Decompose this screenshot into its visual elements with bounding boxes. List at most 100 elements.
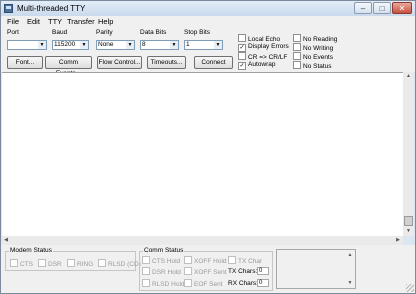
rx-chars-field: 0 (257, 279, 269, 287)
status-list[interactable]: ▲ ▼ (276, 249, 356, 289)
cts-hold-label: CTS Hold (152, 258, 181, 265)
dsr-label: DSR (48, 261, 62, 268)
rlsd-hold-checkbox: RLSD Hold (142, 279, 185, 289)
scroll-right-icon[interactable]: ▶ (394, 236, 402, 245)
checkbox-box (98, 259, 106, 267)
checkbox-box (142, 279, 150, 287)
baud-label: Baud (52, 29, 68, 36)
checkmark-icon[interactable]: ✓ (238, 44, 246, 52)
autowrap-label: Autowrap (248, 61, 276, 68)
tx-char-checkbox: TX Char (228, 256, 262, 266)
rlsd-label: RLSD (CD) (108, 261, 141, 268)
checkbox-box[interactable] (293, 61, 301, 69)
checkbox-box[interactable] (293, 43, 301, 51)
checkbox-box (142, 267, 150, 275)
status-area: Modem Status CTS DSR RING RLSD (CD) Comm… (1, 245, 415, 293)
baud-value: 115200 (54, 41, 76, 48)
menu-file[interactable]: File (7, 17, 19, 26)
ring-label: RING (77, 261, 94, 268)
scroll-up-icon[interactable]: ▲ (403, 72, 414, 80)
parity-value: None (98, 41, 114, 48)
menu-bar: File Edit TTY Transfer Help (1, 16, 415, 27)
vertical-scrollbar[interactable]: ▲ ▼ (403, 72, 414, 236)
checkbox-box (184, 256, 192, 264)
checkbox-box (142, 256, 150, 264)
menu-edit[interactable]: Edit (27, 17, 40, 26)
stop-bits-select[interactable]: 1 ▼ (184, 40, 223, 50)
timeouts-button[interactable]: Timeouts... (147, 56, 186, 69)
font-button[interactable]: Font... (7, 56, 43, 69)
checkbox-box (38, 259, 46, 267)
connect-button[interactable]: Connect (194, 56, 233, 69)
window-title: Multi-threaded TTY (17, 4, 86, 13)
chevron-down-icon[interactable]: ▼ (80, 41, 88, 49)
scroll-up-icon[interactable]: ▲ (345, 251, 355, 259)
no-events-label: No Events (303, 54, 333, 61)
title-bar[interactable]: Multi-threaded TTY – □ ✕ (1, 1, 415, 16)
close-button[interactable]: ✕ (392, 2, 412, 14)
checkbox-box[interactable] (238, 34, 246, 42)
parity-label: Parity (96, 29, 113, 36)
rx-chars-label: RX Chars: (228, 280, 258, 287)
chevron-down-icon[interactable]: ▼ (214, 41, 222, 49)
checkbox-box[interactable] (293, 34, 301, 42)
comm-status-group: Comm Status CTS Hold DSR Hold RLSD Hold … (139, 247, 273, 291)
port-select[interactable]: ▼ (7, 40, 47, 50)
local-echo-label: Local Echo (248, 36, 281, 43)
flow-control-button[interactable]: Flow Control... (97, 56, 142, 69)
stop-bits-label: Stop Bits (184, 29, 211, 36)
cr-crlf-label: CR => CR/LF (248, 54, 288, 61)
parity-select[interactable]: None ▼ (96, 40, 135, 50)
checkbox-box (184, 267, 192, 275)
checkbox-box[interactable] (238, 52, 246, 60)
scroll-down-icon[interactable]: ▼ (345, 279, 355, 287)
data-bits-value: 8 (142, 41, 146, 48)
data-bits-select[interactable]: 8 ▼ (140, 40, 179, 50)
minimize-button[interactable]: – (354, 2, 372, 14)
checkbox-box (67, 259, 75, 267)
baud-select[interactable]: 115200 ▼ (52, 40, 89, 50)
xoff-sent-checkbox: XOFF Sent (184, 267, 227, 277)
cts-label: CTS (20, 261, 33, 268)
menu-tty[interactable]: TTY (48, 17, 62, 26)
resize-grip-icon[interactable] (406, 284, 414, 292)
tx-char-label: TX Char (238, 258, 263, 265)
rlsd-checkbox: RLSD (CD) (98, 259, 141, 269)
maximize-button[interactable]: □ (373, 2, 391, 14)
chevron-down-icon[interactable]: ▼ (126, 41, 134, 49)
scroll-left-icon[interactable]: ◀ (2, 236, 10, 245)
scroll-down-icon[interactable]: ▼ (403, 227, 414, 235)
port-label: Port (7, 29, 19, 36)
cts-checkbox: CTS (10, 259, 33, 269)
no-status-label: No Status (303, 63, 332, 70)
dsr-hold-checkbox: DSR Hold (142, 267, 181, 277)
terminal-output[interactable] (2, 72, 403, 236)
dsr-hold-label: DSR Hold (152, 269, 181, 276)
menu-transfer[interactable]: Transfer (67, 17, 95, 26)
tx-chars-label: TX Chars: (228, 268, 258, 275)
xoff-sent-label: XOFF Sent (194, 269, 227, 276)
xoff-hold-checkbox: XOFF Hold (184, 256, 227, 266)
autowrap-checkbox[interactable]: ✓ Autowrap (238, 61, 275, 70)
no-writing-label: No Writing (303, 45, 334, 52)
display-errors-checkbox[interactable]: ✓ Display Errors (238, 43, 289, 52)
menu-help[interactable]: Help (98, 17, 113, 26)
display-errors-label: Display Errors (248, 43, 289, 50)
checkbox-box (184, 279, 192, 287)
comm-events-button[interactable]: Comm Events... (45, 56, 92, 77)
checkmark-icon[interactable]: ✓ (238, 62, 246, 70)
dsr-checkbox: DSR (38, 259, 62, 269)
chevron-down-icon[interactable]: ▼ (38, 41, 46, 49)
chevron-down-icon[interactable]: ▼ (170, 41, 178, 49)
rlsd-hold-label: RLSD Hold (152, 281, 185, 288)
cts-hold-checkbox: CTS Hold (142, 256, 180, 266)
checkbox-box[interactable] (293, 52, 301, 60)
horizontal-scrollbar[interactable]: ◀ ▶ (2, 236, 403, 245)
no-status-checkbox[interactable]: No Status (293, 61, 332, 71)
scroll-thumb[interactable] (404, 216, 413, 226)
stop-bits-value: 1 (186, 41, 190, 48)
modem-status-title: Modem Status (9, 247, 53, 254)
eof-sent-checkbox: EOF Sent (184, 279, 223, 289)
ring-checkbox: RING (67, 259, 93, 269)
modem-status-group: Modem Status CTS DSR RING RLSD (CD) (5, 247, 141, 271)
